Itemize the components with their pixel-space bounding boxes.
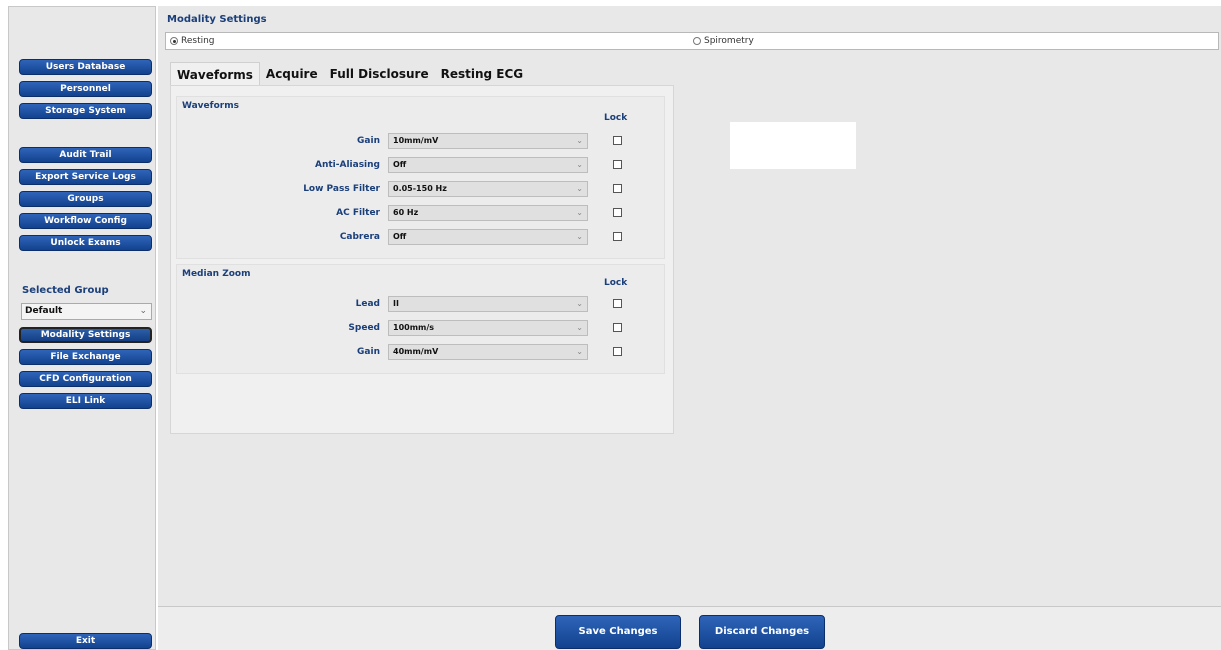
lead-dropdown[interactable]: II ⌄ (388, 296, 588, 312)
discard-changes-button[interactable]: Discard Changes (699, 615, 825, 649)
cabrera-lock-checkbox[interactable] (613, 232, 622, 241)
low-pass-filter-dropdown[interactable]: 0.05-150 Hz ⌄ (388, 181, 588, 197)
tab-full-disclosure[interactable]: Full Disclosure (324, 62, 435, 86)
speed-lock-checkbox[interactable] (613, 323, 622, 332)
dropdown-value: Off (393, 160, 407, 169)
cabrera-label: Cabrera (339, 232, 380, 242)
radio-checked-icon (170, 37, 178, 45)
cfd-configuration-button[interactable]: CFD Configuration (19, 371, 152, 387)
gain-lock-checkbox[interactable] (613, 136, 622, 145)
ac-filter-dropdown[interactable]: 60 Hz ⌄ (388, 205, 588, 221)
radio-resting-label: Resting (181, 36, 215, 46)
anti-aliasing-dropdown[interactable]: Off ⌄ (388, 157, 588, 173)
median-zoom-section: Median Zoom Lock Lead II ⌄ Speed 100mm/s ⌄… (176, 264, 665, 374)
lead-label: Lead (355, 299, 380, 309)
section-title: Median Zoom (182, 269, 251, 279)
gain-dropdown[interactable]: 10mm/mV ⌄ (388, 133, 588, 149)
section-title: Waveforms (182, 101, 239, 111)
sidebar: Users Database Personnel Storage System … (8, 6, 156, 650)
low-pass-filter-label: Low Pass Filter (303, 184, 380, 194)
waveforms-section: Waveforms Lock Gain 10mm/mV ⌄ Anti-Aliasi… (176, 96, 665, 259)
save-changes-button[interactable]: Save Changes (555, 615, 681, 649)
chevron-down-icon: ⌄ (576, 160, 583, 169)
file-exchange-button[interactable]: File Exchange (19, 349, 152, 365)
cabrera-dropdown[interactable]: Off ⌄ (388, 229, 588, 245)
anti-aliasing-lock-checkbox[interactable] (613, 160, 622, 169)
tab-acquire[interactable]: Acquire (260, 62, 324, 86)
export-service-logs-button[interactable]: Export Service Logs (19, 169, 152, 185)
median-gain-lock-checkbox[interactable] (613, 347, 622, 356)
exit-button[interactable]: Exit (19, 633, 152, 649)
modality-selector: Resting Spirometry (165, 32, 1219, 50)
dropdown-value: 100mm/s (393, 323, 435, 332)
chevron-down-icon: ⌄ (576, 323, 583, 332)
median-gain-label: Gain (357, 347, 380, 357)
chevron-down-icon: ⌄ (576, 208, 583, 217)
ac-filter-label: AC Filter (336, 208, 380, 218)
selected-group-value: Default (25, 306, 63, 316)
gain-label: Gain (357, 136, 380, 146)
dropdown-value: 60 Hz (393, 208, 419, 217)
tab-resting-ecg[interactable]: Resting ECG (435, 62, 530, 86)
preview-box (730, 122, 856, 169)
lead-lock-checkbox[interactable] (613, 299, 622, 308)
speed-label: Speed (348, 323, 380, 333)
chevron-down-icon: ⌄ (576, 299, 583, 308)
chevron-down-icon: ⌄ (576, 232, 583, 241)
dropdown-value: II (393, 299, 399, 308)
page-title: Modality Settings (167, 14, 267, 25)
groups-button[interactable]: Groups (19, 191, 152, 207)
selected-group-label: Selected Group (22, 285, 109, 296)
radio-spirometry[interactable]: Spirometry (693, 36, 754, 46)
dropdown-value: Off (393, 232, 407, 241)
dropdown-value: 40mm/mV (393, 347, 439, 356)
chevron-down-icon: ⌄ (576, 347, 583, 356)
radio-unchecked-icon (693, 37, 701, 45)
speed-dropdown[interactable]: 100mm/s ⌄ (388, 320, 588, 336)
unlock-exams-button[interactable]: Unlock Exams (19, 235, 152, 251)
audit-trail-button[interactable]: Audit Trail (19, 147, 152, 163)
tab-waveforms[interactable]: Waveforms (170, 62, 260, 86)
tab-bar: Waveforms Acquire Full Disclosure Restin… (170, 62, 529, 86)
anti-aliasing-label: Anti-Aliasing (315, 160, 380, 170)
median-gain-dropdown[interactable]: 40mm/mV ⌄ (388, 344, 588, 360)
selected-group-select[interactable]: Default ⌄ (21, 303, 152, 320)
storage-system-button[interactable]: Storage System (19, 103, 152, 119)
chevron-down-icon: ⌄ (576, 184, 583, 193)
chevron-down-icon: ⌄ (576, 136, 583, 145)
low-pass-filter-lock-checkbox[interactable] (613, 184, 622, 193)
lock-column-header: Lock (604, 278, 628, 288)
chevron-down-icon: ⌄ (139, 306, 147, 316)
lock-column-header: Lock (604, 113, 628, 123)
workflow-config-button[interactable]: Workflow Config (19, 213, 152, 229)
eli-link-button[interactable]: ELI Link (19, 393, 152, 409)
waveforms-tab-panel: Waveforms Lock Gain 10mm/mV ⌄ Anti-Aliasi… (170, 85, 674, 434)
personnel-button[interactable]: Personnel (19, 81, 152, 97)
ac-filter-lock-checkbox[interactable] (613, 208, 622, 217)
dropdown-value: 0.05-150 Hz (393, 184, 447, 193)
modality-settings-button[interactable]: Modality Settings (19, 327, 152, 343)
main-panel: Modality Settings Resting Spirometry Wav… (158, 6, 1221, 606)
radio-spirometry-label: Spirometry (704, 36, 754, 46)
users-database-button[interactable]: Users Database (19, 59, 152, 75)
dropdown-value: 10mm/mV (393, 136, 439, 145)
footer-bar: Save Changes Discard Changes (158, 606, 1221, 650)
radio-resting[interactable]: Resting (170, 36, 215, 46)
